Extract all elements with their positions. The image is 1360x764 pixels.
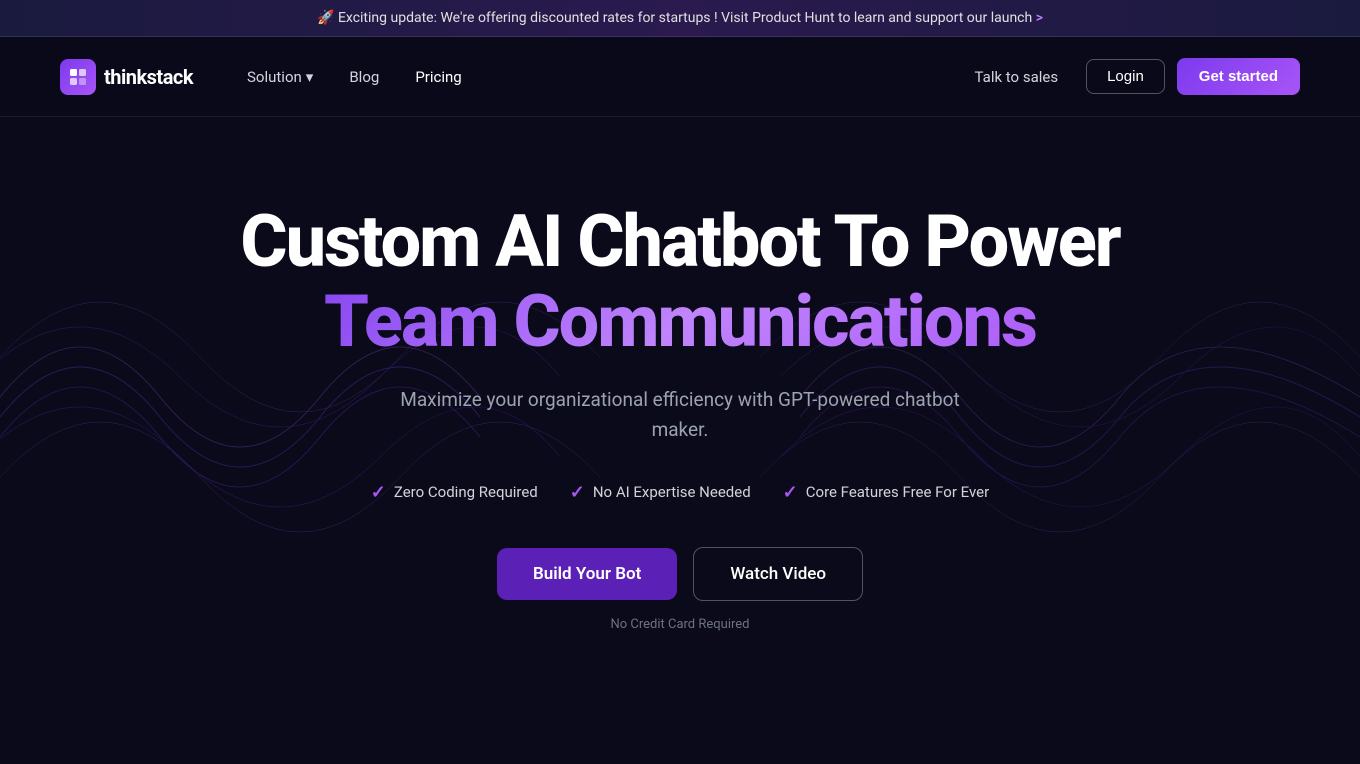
hero-title: Custom AI Chatbot To Power Team Communic… xyxy=(240,202,1119,360)
logo-icon xyxy=(60,59,96,95)
announcement-rocket-icon: 🚀 xyxy=(317,10,334,26)
logo-text: thinkstack xyxy=(104,65,193,89)
nav-solution-label: Solution xyxy=(247,68,302,86)
hero-feature-label-0: Zero Coding Required xyxy=(394,483,538,501)
announcement-text: Exciting update: We're offering discount… xyxy=(338,10,1036,26)
nav-blog[interactable]: Blog xyxy=(335,60,393,94)
get-started-button[interactable]: Get started xyxy=(1177,58,1300,95)
hero-title-line1: Custom AI Chatbot To Power xyxy=(240,199,1119,284)
build-your-bot-button[interactable]: Build Your Bot xyxy=(497,548,677,600)
navbar-left: thinkstack Solution ▾ Blog Pricing xyxy=(60,59,476,95)
hero-features: ✓ Zero Coding Required ✓ No AI Expertise… xyxy=(240,482,1119,503)
talk-to-sales-link[interactable]: Talk to sales xyxy=(959,60,1075,94)
navbar: thinkstack Solution ▾ Blog Pricing Talk … xyxy=(0,37,1360,117)
watch-video-button[interactable]: Watch Video xyxy=(693,547,863,601)
hero-content: Custom AI Chatbot To Power Team Communic… xyxy=(240,202,1119,631)
hero-ctas: Build Your Bot Watch Video xyxy=(240,547,1119,601)
nav-pricing[interactable]: Pricing xyxy=(401,60,475,94)
chevron-down-icon: ▾ xyxy=(306,68,314,86)
checkmark-icon-1: ✓ xyxy=(570,482,585,503)
logo[interactable]: thinkstack xyxy=(60,59,193,95)
nav-blog-label: Blog xyxy=(349,68,379,86)
hero-title-line2: Team Communications xyxy=(240,282,1119,361)
hero-subtitle: Maximize your organizational efficiency … xyxy=(370,385,990,446)
nav-solution[interactable]: Solution ▾ xyxy=(233,60,327,94)
navbar-right: Talk to sales Login Get started xyxy=(959,58,1300,95)
checkmark-icon-2: ✓ xyxy=(783,482,798,503)
checkmark-icon-0: ✓ xyxy=(371,482,386,503)
hero-feature-2: ✓ Core Features Free For Ever xyxy=(783,482,990,503)
no-credit-card-text: No Credit Card Required xyxy=(240,617,1119,632)
hero-feature-0: ✓ Zero Coding Required xyxy=(371,482,538,503)
announcement-bar: 🚀 Exciting update: We're offering discou… xyxy=(0,0,1360,37)
hero-section: Custom AI Chatbot To Power Team Communic… xyxy=(0,117,1360,697)
hero-feature-label-2: Core Features Free For Ever xyxy=(806,483,989,501)
hero-feature-1: ✓ No AI Expertise Needed xyxy=(570,482,751,503)
announcement-cta-link[interactable]: > xyxy=(1036,10,1043,26)
hero-feature-label-1: No AI Expertise Needed xyxy=(593,483,751,501)
nav-pricing-label: Pricing xyxy=(415,68,461,86)
nav-links: Solution ▾ Blog Pricing xyxy=(233,60,476,94)
login-button[interactable]: Login xyxy=(1086,59,1165,94)
